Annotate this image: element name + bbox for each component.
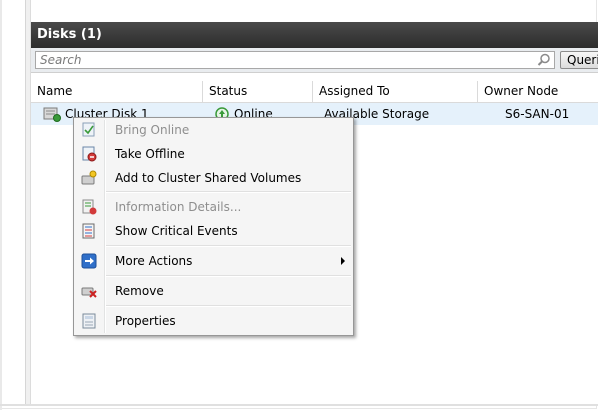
- menu-item-properties[interactable]: Properties: [76, 310, 351, 332]
- menu-item-label: Remove: [115, 284, 164, 298]
- menu-item-add-to-csv[interactable]: Add to Cluster Shared Volumes: [76, 167, 351, 189]
- navigation-pane[interactable]: [2, 0, 26, 404]
- menu-item-remove[interactable]: Remove: [76, 280, 351, 302]
- menu-item-more-actions[interactable]: More Actions: [76, 250, 351, 272]
- disk-icon: [43, 107, 61, 122]
- menu-separator: [106, 245, 351, 247]
- menu-item-label: Show Critical Events: [115, 224, 238, 238]
- menu-item-label: More Actions: [115, 254, 193, 268]
- window-bottom-edge: [0, 404, 598, 406]
- take-offline-icon: [82, 146, 97, 162]
- menu-item-information-details[interactable]: Information Details...: [76, 196, 351, 218]
- properties-icon: [82, 313, 96, 329]
- menu-item-bring-online[interactable]: Bring Online: [76, 119, 351, 141]
- column-header-assigned-to[interactable]: Assigned To: [313, 81, 478, 102]
- search-input[interactable]: [36, 52, 536, 68]
- column-header-status[interactable]: Status: [203, 81, 313, 102]
- menu-separator: [106, 305, 351, 307]
- menu-separator: [106, 191, 351, 193]
- menu-item-label: Information Details...: [115, 200, 242, 214]
- menu-separator: [106, 275, 351, 277]
- column-header-row: Name Status Assigned To Owner Node: [31, 81, 598, 103]
- menu-item-show-critical-events[interactable]: Show Critical Events: [76, 220, 351, 242]
- menu-item-label: Add to Cluster Shared Volumes: [115, 171, 302, 185]
- search-bar: Queries: [31, 48, 598, 73]
- menu-item-take-offline[interactable]: Take Offline: [76, 143, 351, 165]
- menu-item-label: Bring Online: [115, 123, 190, 137]
- information-details-icon: [82, 199, 97, 215]
- critical-events-icon: [82, 223, 95, 239]
- search-icon[interactable]: [537, 53, 551, 67]
- remove-icon: [81, 287, 97, 298]
- bring-online-icon: [82, 122, 95, 137]
- queries-button[interactable]: Queries: [560, 51, 598, 69]
- more-actions-icon: [81, 253, 97, 269]
- disk-owner-node-cell: S6-SAN-01: [505, 107, 570, 121]
- submenu-arrow-icon: [341, 257, 345, 265]
- column-header-name[interactable]: Name: [31, 81, 203, 102]
- search-box[interactable]: [35, 51, 555, 69]
- add-csv-icon: [81, 170, 97, 185]
- panel-title: Disks (1): [31, 22, 598, 48]
- menu-item-label: Properties: [115, 314, 176, 328]
- menu-item-label: Take Offline: [115, 147, 185, 161]
- context-menu: Bring Online Take Offline Add to Cluster…: [73, 117, 354, 336]
- column-header-owner-node[interactable]: Owner Node: [478, 81, 598, 102]
